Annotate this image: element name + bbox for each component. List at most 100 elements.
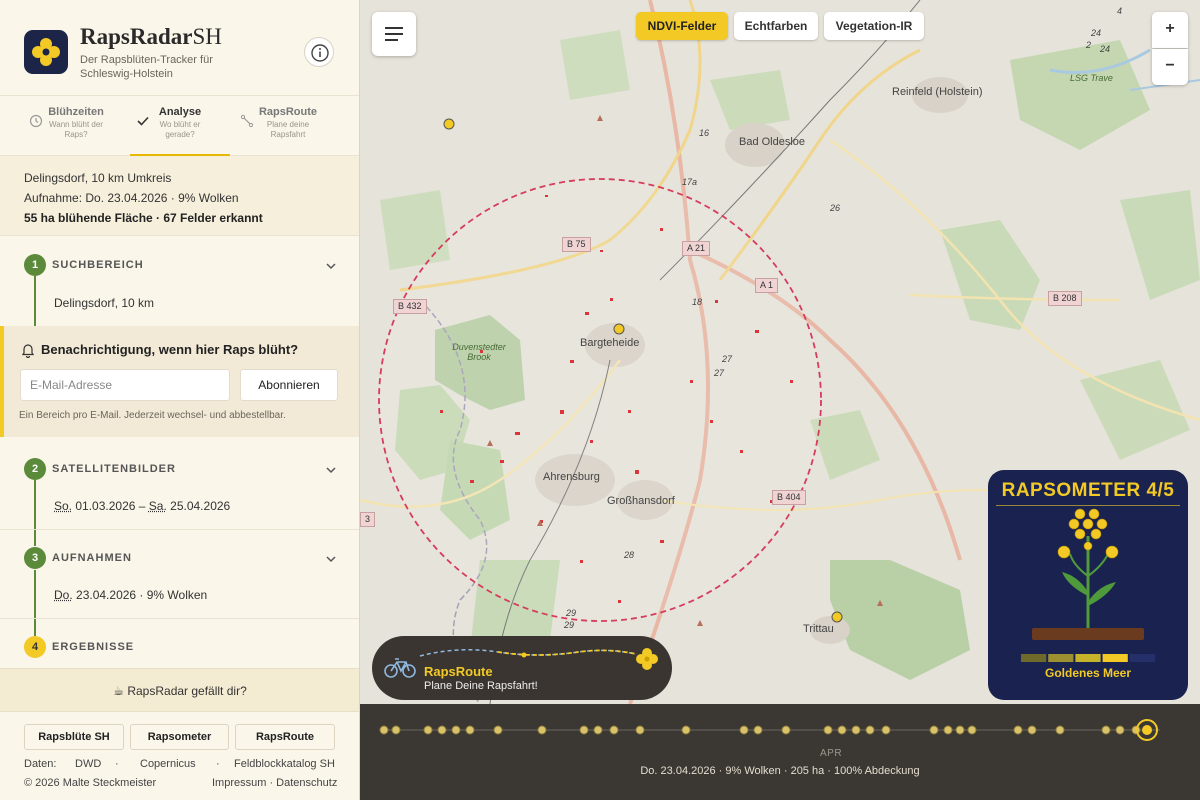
rapsroute-title: RapsRoute [424, 664, 493, 679]
copyright: © 2026 Malte Steckmeister [24, 777, 157, 789]
road-number: 24 [1091, 28, 1102, 38]
timeline-capture-dot [681, 725, 691, 735]
app-subtitle: Der Rapsblüten-Tracker für Schleswig-Hol… [80, 54, 213, 80]
analysis-summary: Delingsdorf, 10 km Umkreis Aufnahme: Do.… [0, 156, 359, 236]
tab-bar: Blühzeiten Wann blüht der Raps? Analyse … [0, 96, 359, 156]
road-label: B 208 [1048, 291, 1082, 306]
menu-button[interactable] [372, 12, 416, 56]
place-label: LSG Trave [1070, 73, 1113, 83]
road-label: A 21 [682, 241, 711, 256]
subscribe-button[interactable]: Abonnieren [240, 369, 338, 401]
source-dwd[interactable]: DWD [75, 758, 101, 770]
app-header: RapsRadarSH Der Rapsblüten-Tracker für S… [0, 0, 359, 96]
clock-icon [29, 114, 43, 128]
legal-links[interactable]: Impressum · Datenschutz [212, 777, 337, 789]
timeline-track [379, 719, 1160, 741]
tab-rapsroute[interactable]: RapsRoute Plane deine Rapsfahrt [236, 96, 340, 156]
timeline-capture-dot [865, 725, 875, 735]
step-title: ERGEBNISSE [52, 641, 135, 653]
rapsometer-level-segment [1021, 654, 1047, 662]
timeline-month-label: APR [820, 748, 843, 759]
rapsometer-level-segment [1102, 654, 1128, 662]
road-number: 27 [714, 368, 725, 378]
timeline-capture-dot [881, 725, 891, 735]
sidebar: RapsRadarSH Der Rapsblüten-Tracker für S… [0, 0, 360, 800]
road-number: 26 [830, 203, 841, 213]
step-value: Delingsdorf, 10 km [54, 296, 155, 310]
timeline-capture-dot [739, 725, 749, 735]
layer-echtfarben-button[interactable]: Echtfarben [734, 12, 818, 40]
road-number: 2 [1086, 40, 1092, 50]
timeline-capture-dot [967, 725, 977, 735]
footer-button-rapsroute[interactable]: RapsRoute [235, 724, 335, 750]
tab-bluehzeiten[interactable]: Blühzeiten Wann blüht der Raps? [24, 96, 128, 156]
timeline-capture-dot [593, 725, 603, 735]
summary-location: Delingsdorf, 10 km Umkreis [24, 171, 172, 185]
tab-sub: Wann blüht der Raps? [49, 120, 103, 139]
timeline-capture-dot [943, 725, 953, 735]
timeline-capture-dot [423, 725, 433, 735]
rapsometer-level-bar [1021, 654, 1155, 662]
rapsometer-caption: Goldenes Meer [1044, 666, 1132, 680]
step-value: Do. 23.04.2026 · 9% Wolken [54, 588, 208, 602]
source-copernicus[interactable]: Copernicus [140, 758, 196, 770]
step-number: 4 [24, 636, 46, 658]
place-label: Reinfeld (Holstein) [892, 86, 983, 98]
timeline-capture-dot [609, 725, 619, 735]
step-suchbereich[interactable]: 1 SUCHBEREICH Delingsdorf, 10 km [0, 254, 359, 326]
timeline-capture-dot [579, 725, 589, 735]
tab-analyse[interactable]: Analyse Wo blüht er gerade? [130, 96, 230, 156]
road-number: 27 [722, 354, 733, 364]
rapsometer-card[interactable]: RAPSOMETER 4/5 Goldenes Meer [988, 470, 1188, 700]
timeline-capture-dot [1115, 725, 1125, 735]
timeline-capture-dot [537, 725, 547, 735]
zoom-in-button[interactable]: + [1152, 12, 1188, 48]
app-title: RapsRadarSH [80, 24, 222, 49]
timeline-capture-dot [837, 725, 847, 735]
notification-title: Benachrichtigung, wenn hier Raps blüht? [41, 342, 299, 357]
road-number: 17a [682, 177, 698, 187]
email-input[interactable] [20, 369, 230, 401]
source-feldblock[interactable]: Feldblockkatalog SH [234, 758, 335, 770]
zoom-out-button[interactable]: − [1152, 49, 1188, 85]
rapsroute-card[interactable]: RapsRoute Plane Deine Rapsfahrt! [372, 636, 672, 700]
timeline-capture-dot [437, 725, 447, 735]
place-label: Großhansdorf [607, 495, 675, 507]
chevron-down-icon [326, 556, 336, 563]
step-aufnahmen[interactable]: 3 AUFNAHMEN Do. 23.04.2026 · 9% Wolken [0, 547, 359, 619]
road-label: B 75 [562, 237, 591, 252]
timeline[interactable]: APR Do. 23.04.2026 · 9% Wolken · 205 ha … [360, 704, 1200, 800]
like-bar[interactable]: ☕ RapsRadar gefällt dir? [0, 668, 359, 712]
timeline-capture-dot [391, 725, 401, 735]
layer-vegetation-ir-button[interactable]: Vegetation-IR [824, 12, 924, 40]
timeline-capture-dot [635, 725, 645, 735]
road-label: B 432 [393, 299, 427, 314]
road-label: A 1 [755, 278, 779, 293]
data-sources: Daten: DWD · Copernicus · Feldblockkatal… [24, 758, 335, 770]
step-number: 3 [24, 547, 46, 569]
footer-button-rapsbluete[interactable]: Rapsblüte SH [24, 724, 124, 750]
chevron-down-icon [326, 467, 336, 474]
road-label: B 404 [772, 490, 806, 505]
route-path-icon [419, 649, 637, 658]
step-title: SATELLITENBILDER [52, 463, 176, 475]
place-label: Ahrensburg [543, 471, 600, 483]
timeline-capture-dot [955, 725, 965, 735]
info-button[interactable] [304, 37, 334, 67]
road-label: 3 [360, 512, 376, 527]
timeline-capture-dot [451, 725, 461, 735]
step-ergebnisse[interactable]: 4 ERGEBNISSE [0, 636, 359, 666]
summary-capture: Aufnahme: Do. 23.04.2026 · 9% Wolken [24, 191, 239, 205]
timeline-capture-dot [465, 725, 475, 735]
step-satellitenbilder[interactable]: 2 SATELLITENBILDER So. 01.03.2026 – Sa. … [0, 458, 359, 530]
place-label: Trittau [803, 623, 834, 635]
road-number: 29 [566, 608, 577, 618]
place-label: Bad Oldesloe [739, 136, 806, 148]
footer-button-rapsometer[interactable]: Rapsometer [130, 724, 229, 750]
timeline-capture-dot [493, 725, 503, 735]
timeline-capture-dot [781, 725, 791, 735]
road-number: 29 [564, 620, 575, 630]
timeline-capture-dot [823, 725, 833, 735]
place-label: Bargteheide [580, 337, 640, 349]
layer-ndvi-button[interactable]: NDVI-Felder [636, 12, 728, 40]
